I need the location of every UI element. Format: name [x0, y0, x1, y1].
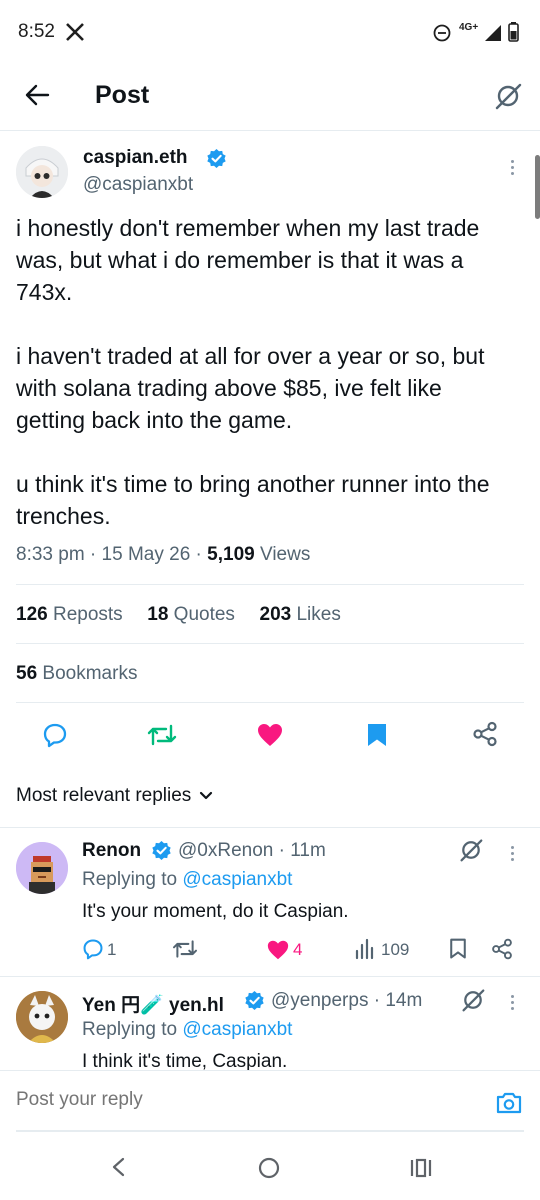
status-bar: 8:52 4G+: [0, 0, 540, 62]
divider: [16, 584, 524, 585]
divider: [16, 702, 524, 703]
bookmarks-label: Bookmarks: [42, 663, 138, 684]
nav-home-icon[interactable]: [258, 1157, 280, 1179]
signal-icon: [484, 24, 502, 42]
likes-label: Likes: [296, 604, 341, 625]
bookmarks-stat[interactable]: 56 Bookmarks: [16, 663, 137, 685]
reply-age: 14m: [385, 990, 423, 1011]
page-title: Post: [95, 81, 150, 109]
x-logo-icon: [66, 23, 84, 41]
reply-item[interactable]: Renon @0xRenon · 11m Replying to @caspia…: [0, 828, 540, 976]
likes-stat[interactable]: 203 Likes: [260, 604, 341, 625]
quotes-count: 18: [147, 604, 169, 625]
share-icon[interactable]: [472, 721, 498, 747]
like-count: 4: [293, 940, 303, 959]
reply-handle[interactable]: @0xRenon: [178, 840, 273, 861]
reply-icon[interactable]: [82, 938, 104, 960]
views-icon[interactable]: [355, 938, 375, 960]
chevron-down-icon: [199, 791, 213, 801]
verified-badge-icon: [244, 990, 265, 1011]
composer-bottom-line: [16, 1130, 524, 1132]
reply-composer: [0, 1071, 540, 1131]
repost-icon[interactable]: [147, 722, 177, 748]
quotes-label: Quotes: [173, 604, 235, 625]
reply-author-name[interactable]: Renon: [82, 840, 141, 862]
post-time: 8:33 pm: [16, 544, 85, 565]
grok-icon[interactable]: [494, 82, 522, 110]
grok-icon[interactable]: [459, 838, 483, 862]
reposts-stat[interactable]: 126 Reposts: [16, 604, 123, 625]
reply-handle[interactable]: @yenperps: [271, 990, 368, 1011]
reply-handle-age: @0xRenon · 11m: [178, 840, 326, 861]
network-type: 4G+: [459, 22, 479, 33]
replying-prefix: Replying to: [82, 1019, 178, 1040]
divider: [16, 643, 524, 644]
more-icon[interactable]: [511, 995, 514, 1010]
replying-to: Replying to @caspianxbt: [82, 1019, 292, 1041]
reposts-label: Reposts: [52, 604, 123, 625]
reply-author-name[interactable]: Yen 円🧪 yen.hl: [82, 990, 224, 1017]
views-count: 5,109: [207, 544, 255, 565]
author-handle[interactable]: @caspianxbt: [83, 174, 193, 196]
replies-sort-dropdown[interactable]: Most relevant replies: [16, 785, 213, 807]
post-text: i honestly don't remember when my last t…: [16, 215, 490, 529]
reply-text: It's your moment, do it Caspian.: [82, 901, 349, 922]
bookmark-icon[interactable]: [448, 938, 468, 960]
reposts-count: 126: [16, 604, 48, 625]
quotes-stat[interactable]: 18 Quotes: [147, 604, 235, 625]
more-icon[interactable]: [511, 160, 514, 175]
status-time: 8:52: [18, 21, 55, 42]
dnd-icon: [433, 24, 451, 42]
reply-age: 11m: [290, 840, 326, 861]
reply-item[interactable]: Yen 円🧪 yen.hl @yenperps · 14m Replying t…: [0, 977, 540, 1070]
replies-sort-label: Most relevant replies: [16, 785, 192, 806]
reply-icon[interactable]: [42, 722, 68, 748]
replying-prefix: Replying to: [82, 869, 178, 890]
nav-back-icon[interactable]: [110, 1157, 126, 1177]
replying-to-link[interactable]: @caspianxbt: [182, 1019, 292, 1040]
header: Post: [0, 62, 540, 130]
engagement-stats: 126 Reposts 18 Quotes 203 Likes: [16, 604, 341, 626]
nav-recents-icon[interactable]: [410, 1158, 432, 1178]
reply-count: 1: [107, 940, 117, 959]
bookmarks-count: 56: [16, 663, 38, 684]
grok-icon[interactable]: [461, 988, 485, 1012]
header-divider: [0, 130, 540, 131]
likes-count: 203: [259, 604, 292, 625]
reply-avatar[interactable]: [16, 842, 68, 894]
camera-icon[interactable]: [495, 1091, 523, 1115]
bookmark-icon[interactable]: [366, 722, 388, 748]
verified-badge-icon: [151, 840, 172, 861]
reply-text: I think it's time, Caspian.: [82, 1051, 288, 1070]
heart-icon[interactable]: [266, 939, 290, 961]
verified-badge-icon: [206, 148, 227, 169]
share-icon[interactable]: [491, 938, 513, 960]
view-count: 109: [381, 940, 410, 959]
more-icon[interactable]: [511, 846, 514, 861]
author-name[interactable]: caspian.eth: [83, 147, 188, 169]
reply-input[interactable]: [16, 1085, 456, 1115]
reply-avatar[interactable]: [16, 991, 68, 1043]
reply-handle-age: @yenperps · 14m: [271, 990, 423, 1011]
system-nav-bar: [0, 1134, 540, 1200]
heart-icon[interactable]: [256, 722, 284, 748]
battery-icon: [508, 22, 519, 42]
scrollbar[interactable]: [535, 155, 540, 219]
replying-to-link[interactable]: @caspianxbt: [182, 869, 292, 890]
replying-to: Replying to @caspianxbt: [82, 869, 292, 891]
repost-icon[interactable]: [172, 938, 198, 960]
author-avatar[interactable]: [16, 146, 68, 198]
post-meta: 8:33 pm · 15 May 26 · 5,109 Views: [16, 544, 311, 565]
post-date: 15 May 26: [101, 544, 191, 565]
views-label: Views: [260, 544, 311, 565]
back-arrow-icon[interactable]: [24, 83, 50, 107]
